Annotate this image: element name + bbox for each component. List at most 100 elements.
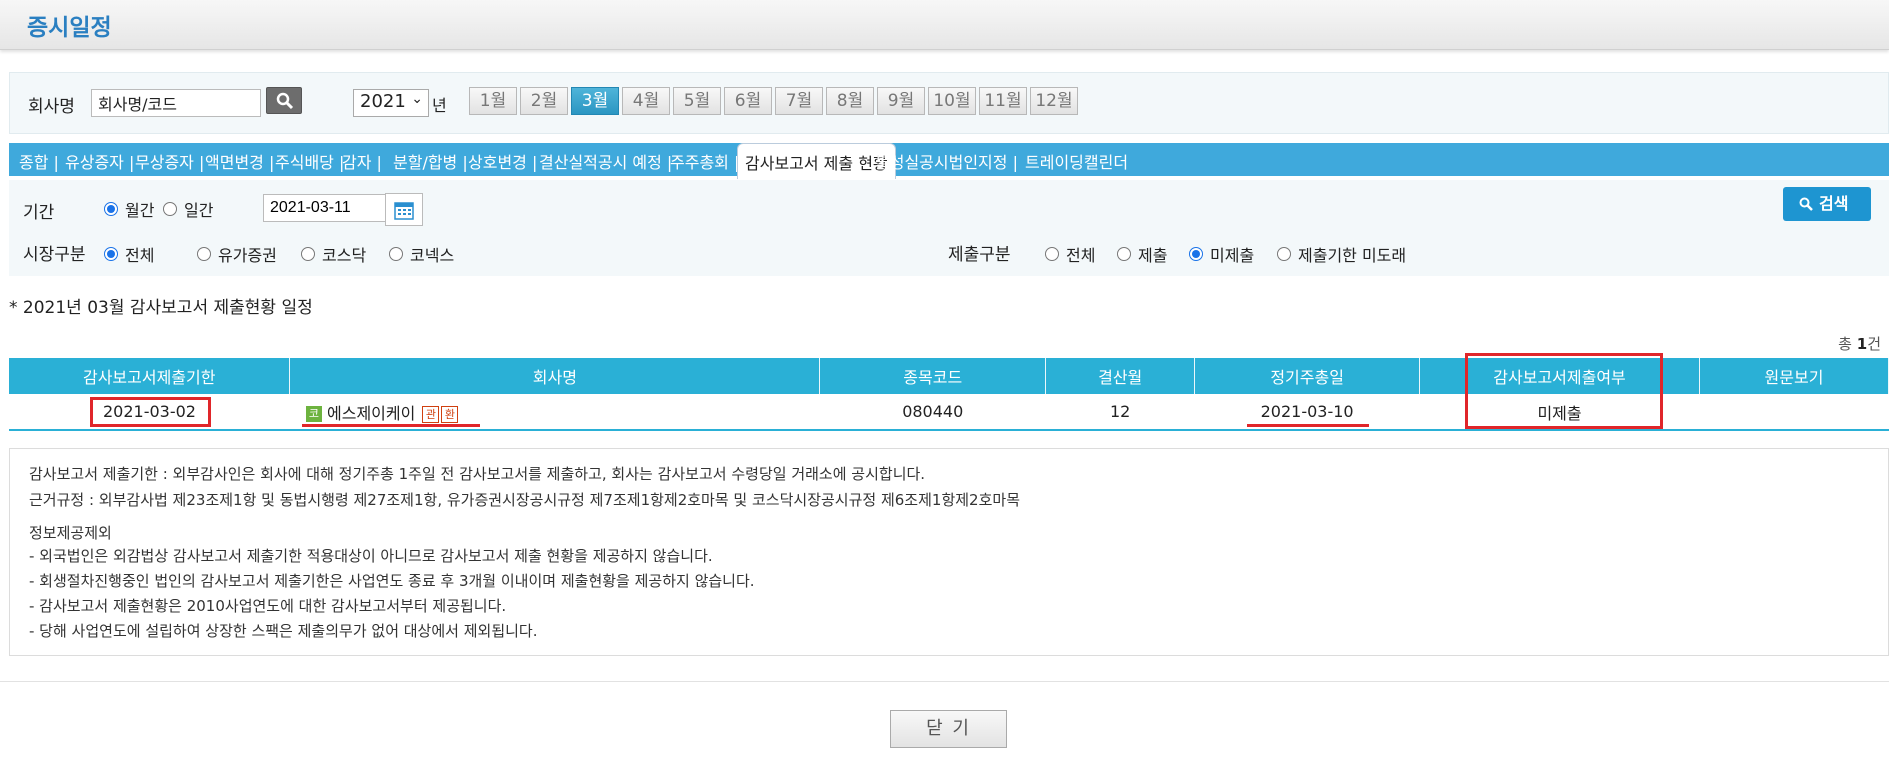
column-header: 원문보기 <box>1699 358 1889 394</box>
tab-7[interactable]: 상호변경 | <box>468 149 537 173</box>
total-suffix: 건 <box>1867 335 1881 353</box>
search-icon <box>1799 197 1813 211</box>
month-button[interactable]: 2월 <box>520 87 568 115</box>
radio-dot <box>1117 247 1131 261</box>
radio-label: 유가증권 <box>218 246 277 265</box>
tab-2[interactable]: 무상증자 | <box>135 149 204 173</box>
tab-12[interactable]: 트레이딩캘린더 <box>1025 149 1128 173</box>
note-item: - 감사보고서 제출현황은 2010사업연도에 대한 감사보고서부터 제공됩니다… <box>29 597 507 615</box>
month-button[interactable]: 10월 <box>928 87 976 115</box>
column-header: 정기주총일 <box>1194 358 1421 394</box>
month-button[interactable]: 6월 <box>724 87 772 115</box>
market-kospi-radio[interactable]: 유가증권 <box>197 242 277 266</box>
radio-label: 코스닥 <box>322 246 367 265</box>
tab-0[interactable]: 종합 | <box>19 149 59 173</box>
radio-label: 전체 <box>1066 246 1096 265</box>
month-button[interactable]: 5월 <box>673 87 721 115</box>
column-header: 종목코드 <box>819 358 1047 394</box>
search-icon <box>276 92 294 110</box>
note-item: - 회생절차진행중인 법인의 감사보고서 제출기한은 사업연도 종료 후 3개월… <box>29 572 755 590</box>
period-daily-radio[interactable]: 일간 <box>163 197 213 221</box>
tab-1[interactable]: 유상증자 | <box>65 149 134 173</box>
market-kosdaq-radio[interactable]: 코스닥 <box>301 242 366 266</box>
tab-4[interactable]: 주식배당 | <box>275 149 344 173</box>
column-header: 감사보고서제출기한 <box>9 358 291 394</box>
company-label: 회사명 <box>28 97 75 117</box>
highlight-company-underline <box>302 424 480 427</box>
original-view-cell[interactable] <box>1699 394 1889 431</box>
date-input[interactable] <box>263 194 395 222</box>
radio-dot <box>197 247 211 261</box>
submit-pending-radio[interactable]: 제출기한 미도래 <box>1277 242 1406 266</box>
month-button[interactable]: 4월 <box>622 87 670 115</box>
highlight-status <box>1465 353 1663 429</box>
year-unit: 년 <box>432 96 447 115</box>
tab-6[interactable]: 분할/합병 | <box>393 149 468 173</box>
submit-all-radio[interactable]: 전체 <box>1045 242 1095 266</box>
note-exclusion-title: 정보제공제외 <box>29 524 112 542</box>
period-monthly-radio[interactable]: 월간 <box>104 197 154 221</box>
submit-label: 제출구분 <box>948 245 1011 265</box>
year-select[interactable]: 2021 ⌄ <box>353 89 429 117</box>
market-label: 시장구분 <box>23 245 86 265</box>
period-label: 기간 <box>23 203 55 223</box>
note-deadline: 감사보고서 제출기한 : 외부감사인은 회사에 대해 정기주총 1주일 전 감사… <box>29 465 926 483</box>
note-item: - 당해 사업연도에 설립하여 상장한 스팩은 제출의무가 없어 대상에서 제외… <box>29 622 538 640</box>
radio-dot <box>389 247 403 261</box>
radio-dot <box>1045 247 1059 261</box>
caution-badge: 관 <box>422 405 440 423</box>
tab-11[interactable]: 불성실공시법인지정 | <box>875 149 1018 173</box>
month-button[interactable]: 3월 <box>571 87 619 115</box>
fiscal-month-cell: 12 <box>1045 394 1195 431</box>
total-number: 1 <box>1856 335 1868 353</box>
month-button[interactable]: 11월 <box>979 87 1027 115</box>
radio-dot <box>1189 247 1203 261</box>
note-item: - 외국법인은 외감법상 감사보고서 제출기한 적용대상이 아니므로 감사보고서… <box>29 547 713 565</box>
month-button[interactable]: 1월 <box>469 87 517 115</box>
search-button[interactable]: 검색 <box>1783 187 1871 221</box>
market-all-radio[interactable]: 전체 <box>104 242 154 266</box>
highlight-deadline <box>90 397 211 427</box>
month-button[interactable]: 12월 <box>1030 87 1078 115</box>
month-buttons: 1월 2월 3월 4월 5월 6월 7월 8월 9월 10월 11월 12월 <box>469 87 1078 115</box>
alert-badge: 환 <box>441 405 459 423</box>
kosdaq-badge: 코 <box>305 406 322 422</box>
market-konex-radio[interactable]: 코넥스 <box>389 242 454 266</box>
footer-divider <box>0 681 1889 682</box>
tab-10[interactable]: 감사보고서 제출 현황 <box>737 143 896 179</box>
year-value: 2021 <box>360 91 406 112</box>
company-search-bar: 회사명 2021 ⌄ 년 1월2월3월4월5월6월7월8월9월10월11월12월 <box>9 72 1889 134</box>
filter-panel: 기간 월간 일간 검색 시장구분 전체 유가증권 코스닥 코넥스 제출구분 전체 <box>9 180 1889 276</box>
close-button[interactable]: 닫 기 <box>890 710 1007 748</box>
submit-done-radio[interactable]: 제출 <box>1117 242 1167 266</box>
calendar-icon <box>394 202 414 220</box>
radio-label: 코넥스 <box>410 246 455 265</box>
month-button[interactable]: 8월 <box>826 87 874 115</box>
month-button[interactable]: 7월 <box>775 87 823 115</box>
company-search-input[interactable] <box>91 89 261 117</box>
tab-8[interactable]: 결산실적공시 예정 | <box>539 149 672 173</box>
radio-label: 제출기한 미도래 <box>1298 246 1407 265</box>
highlight-agm-underline <box>1247 424 1369 427</box>
page-header: 증시일정 <box>0 0 1889 50</box>
radio-dot <box>301 247 315 261</box>
radio-dot <box>1277 247 1291 261</box>
search-button-label: 검색 <box>1819 194 1849 213</box>
submit-not-radio[interactable]: 미제출 <box>1189 242 1254 266</box>
radio-label: 미제출 <box>1210 246 1255 265</box>
radio-label: 일간 <box>184 201 214 220</box>
column-header: 결산월 <box>1045 358 1196 394</box>
radio-label: 제출 <box>1138 246 1168 265</box>
tab-5[interactable]: 감자 | <box>342 149 382 173</box>
tab-3[interactable]: 액면변경 | <box>205 149 274 173</box>
calendar-button[interactable] <box>385 193 423 226</box>
company-search-button[interactable] <box>266 87 302 114</box>
radio-dot <box>104 247 118 261</box>
category-tabs: 종합 | 유상증자 | 무상증자 | 액면변경 | 주식배당 | 감자 | 분할/합병 | 상… <box>9 143 1889 179</box>
page-title: 증시일정 <box>27 15 112 41</box>
month-button[interactable]: 9월 <box>877 87 925 115</box>
tab-9[interactable]: 주주총회 | <box>670 149 739 173</box>
section-subtitle: * 2021년 03월 감사보고서 제출현황 일정 <box>9 298 313 318</box>
company-link[interactable]: 에스제이케이 <box>327 404 415 423</box>
notes-panel: 감사보고서 제출기한 : 외부감사인은 회사에 대해 정기주총 1주일 전 감사… <box>9 448 1889 656</box>
